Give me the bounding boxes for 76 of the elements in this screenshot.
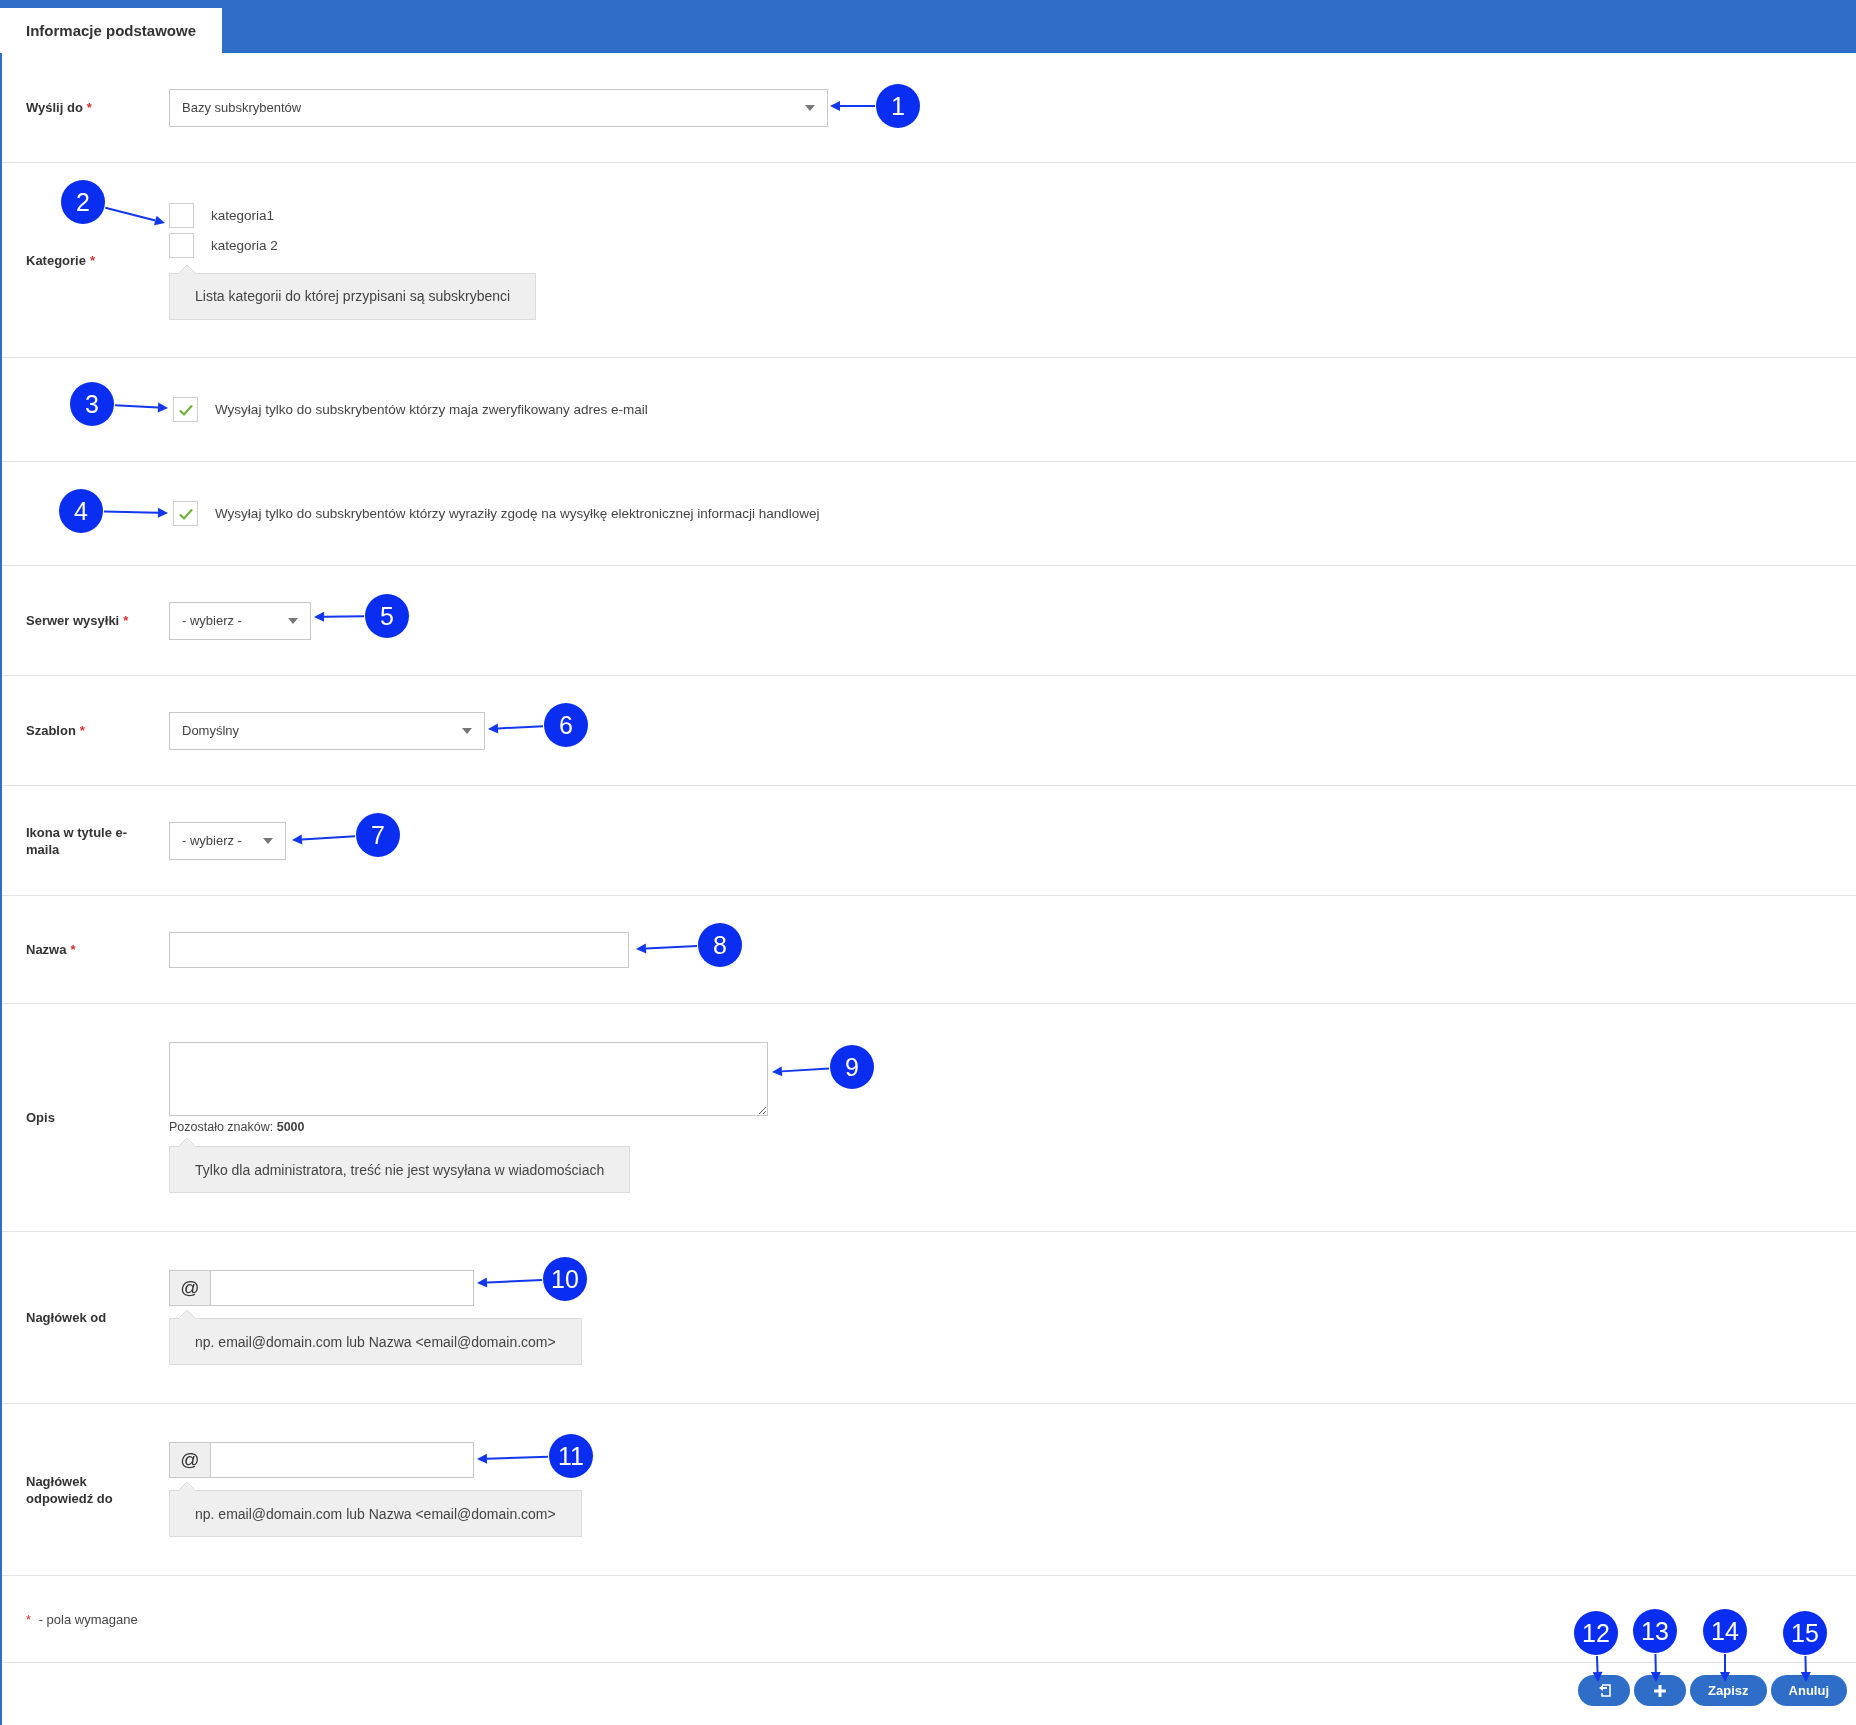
number-badge: 4 bbox=[59, 489, 103, 533]
number-badge: 2 bbox=[61, 180, 105, 224]
checkbox[interactable] bbox=[173, 397, 198, 422]
number-badge: 7 bbox=[356, 813, 400, 857]
field-label: Ikona w tytule e-maila bbox=[26, 823, 129, 858]
email-field[interactable]: @ bbox=[169, 1442, 474, 1478]
number-badge: 10 bbox=[543, 1257, 587, 1301]
field-label: Kategorie * bbox=[26, 251, 97, 269]
checkbox-label: kategoria1 bbox=[211, 208, 275, 223]
plus-icon bbox=[1654, 1684, 1667, 1697]
number-badge: 1 bbox=[876, 84, 920, 128]
number-badge: 9 bbox=[830, 1045, 874, 1089]
checkbox[interactable] bbox=[169, 203, 194, 228]
arrow bbox=[1800, 1655, 1811, 1682]
arrow bbox=[113, 402, 168, 413]
tab[interactable]: Informacje podstawowe bbox=[0, 8, 223, 53]
dropdown[interactable]: Domyślny bbox=[169, 711, 485, 750]
checkbox[interactable] bbox=[173, 501, 198, 526]
dropdown[interactable]: - wybierz - bbox=[169, 821, 286, 860]
checkbox-label: Wysyłaj tylko do subskrybentów którzy maja zweryfikowany adres e-mail bbox=[215, 402, 648, 417]
arrow bbox=[477, 1453, 549, 1464]
action-button[interactable]: Anuluj bbox=[1770, 1675, 1847, 1706]
number-badge: 3 bbox=[70, 382, 114, 426]
field-label: Szablon * bbox=[26, 722, 86, 739]
hint-tooltip: np. email@domain.com lub Nazwa <email@domain.com> bbox=[169, 1482, 582, 1537]
number-badge: 12 bbox=[1574, 1611, 1618, 1655]
number-badge: 6 bbox=[544, 703, 588, 747]
arrow bbox=[1592, 1655, 1603, 1682]
text-area[interactable] bbox=[169, 1042, 768, 1116]
import-button[interactable] bbox=[1578, 1675, 1631, 1706]
number-badge: 14 bbox=[1703, 1609, 1747, 1653]
number-badge: 11 bbox=[549, 1434, 593, 1478]
email-field[interactable]: @ bbox=[169, 1270, 474, 1306]
field-label: Wyślij do * bbox=[26, 99, 93, 116]
action-button[interactable]: Zapisz bbox=[1690, 1675, 1767, 1706]
field-label: Nazwa * bbox=[26, 941, 77, 958]
caret-icon bbox=[805, 104, 815, 111]
field-label: Nagłówek odpowiedź do bbox=[26, 1472, 114, 1507]
hint-tooltip: Tylko dla administratora, treść nie jest wysyłana w wiadomościach bbox=[169, 1138, 631, 1193]
checkbox-label: Wysyłaj tylko do subskrybentów którzy wyraziły zgodę na wysyłkę elektronicznej informacji handlowej bbox=[215, 506, 820, 521]
caret-icon bbox=[462, 727, 472, 734]
add-button[interactable] bbox=[1634, 1675, 1687, 1706]
tooltip-pointer-icon bbox=[178, 264, 196, 274]
caret-icon bbox=[288, 617, 298, 624]
hint-tooltip: np. email@domain.com lub Nazwa <email@domain.com> bbox=[169, 1310, 582, 1365]
checkbox[interactable] bbox=[169, 233, 194, 258]
arrow bbox=[636, 943, 699, 954]
tooltip-pointer-icon bbox=[178, 1482, 196, 1491]
caret-icon bbox=[263, 837, 273, 844]
arrow bbox=[104, 206, 165, 226]
arrow bbox=[1720, 1653, 1730, 1682]
arrow bbox=[103, 507, 168, 518]
number-badge: 15 bbox=[1783, 1611, 1827, 1655]
field-label: Serwer wysyłki * bbox=[26, 612, 130, 629]
arrow bbox=[314, 611, 365, 622]
input-field[interactable] bbox=[169, 931, 629, 968]
dropdown[interactable]: - wybierz - bbox=[169, 601, 311, 640]
checkbox-label: kategoria 2 bbox=[211, 238, 278, 253]
field-label: Opis bbox=[26, 1109, 56, 1126]
character-counter: Pozostało znaków: 5000 bbox=[169, 1120, 305, 1134]
dropdown[interactable]: Bazy subskrybentów bbox=[169, 88, 828, 127]
arrow bbox=[772, 1066, 831, 1077]
arrow bbox=[292, 834, 357, 845]
tooltip-pointer-icon bbox=[178, 1138, 196, 1147]
arrow bbox=[477, 1277, 543, 1288]
field-label: Nagłówek od bbox=[26, 1309, 108, 1326]
arrow bbox=[830, 101, 876, 111]
number-badge: 13 bbox=[1633, 1609, 1677, 1653]
hint-tooltip: Lista kategorii do której przypisani są subskrybenci bbox=[169, 264, 537, 320]
document-arrow-icon bbox=[1597, 1684, 1611, 1697]
arrow bbox=[488, 723, 545, 734]
arrow bbox=[1650, 1653, 1661, 1682]
tooltip-pointer-icon bbox=[178, 1310, 196, 1319]
required-note: * - pola wymagane bbox=[26, 1611, 138, 1627]
number-badge: 5 bbox=[365, 594, 409, 638]
number-badge: 8 bbox=[698, 923, 742, 967]
